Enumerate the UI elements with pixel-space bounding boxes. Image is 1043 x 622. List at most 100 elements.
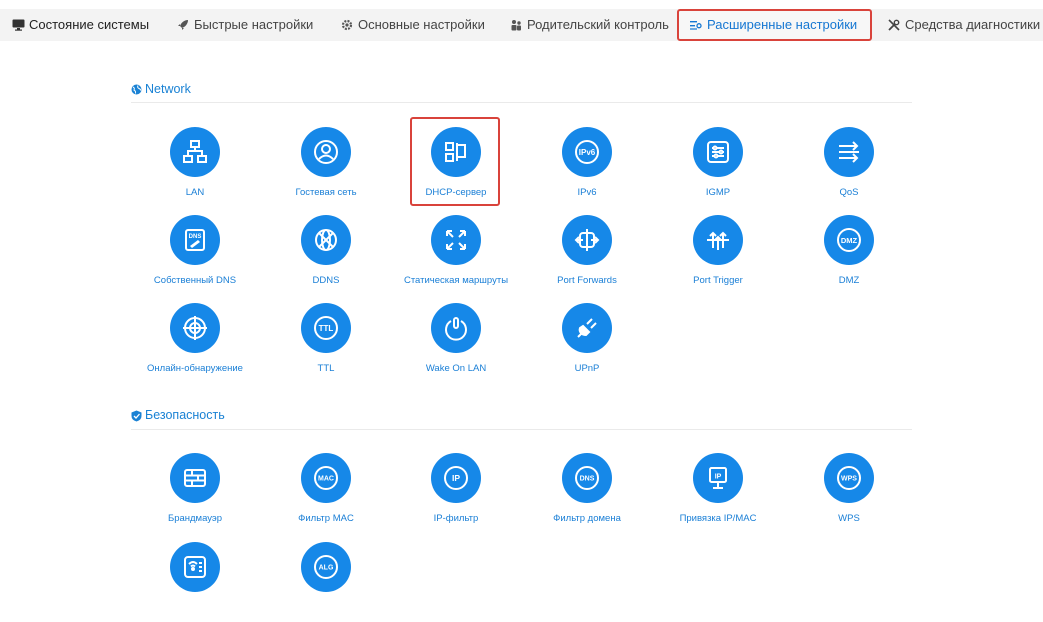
nav-quick-settings[interactable]: Быстрые настройки: [176, 9, 313, 41]
ip-mac-binding-icon: IP: [693, 453, 743, 503]
nav-label: Быстрые настройки: [194, 17, 314, 32]
rocket-icon: [176, 18, 190, 32]
tile-label: UPnP: [574, 363, 600, 374]
alg-icon: ALG: [301, 542, 351, 592]
tile-ttl[interactable]: TTL TTL: [266, 303, 386, 383]
section-title-network: Network: [131, 82, 191, 96]
ddns-icon: [301, 215, 351, 265]
sliders-icon: [689, 18, 703, 32]
port-forward-icon: [562, 215, 612, 265]
tile-label: Гостевая сеть: [295, 187, 357, 198]
wps-icon: WPS: [824, 453, 874, 503]
tile-lan[interactable]: LAN: [135, 127, 255, 207]
tile-label: IPv6: [577, 187, 597, 198]
ip-filter-icon: IP: [431, 453, 481, 503]
tile-wifi-schedule[interactable]: [135, 542, 255, 622]
nav-advanced-settings[interactable]: Расширенные настройки: [677, 9, 872, 41]
tile-label: Фильтр MAC: [298, 513, 354, 524]
mac-filter-icon: MAC: [301, 453, 351, 503]
tile-domain-filter[interactable]: DNS Фильтр домена: [527, 453, 647, 533]
tile-label: Собственный DNS: [153, 275, 237, 286]
tile-qos[interactable]: QoS: [789, 127, 909, 207]
tile-label: QoS: [839, 187, 859, 198]
badge-text: TTL: [319, 324, 334, 333]
tile-label: Port Trigger: [693, 275, 743, 286]
tile-label: Привязка IP/MAC: [679, 513, 757, 524]
igmp-icon: [693, 127, 743, 177]
upnp-icon: [562, 303, 612, 353]
static-route-icon: [431, 215, 481, 265]
badge-text: IPv6: [579, 148, 596, 157]
custom-dns-icon: DNS: [170, 215, 220, 265]
tile-label: Брандмауэр: [167, 513, 223, 524]
badge-text: DMZ: [841, 236, 858, 245]
guest-icon: [301, 127, 351, 177]
nav-parental-control[interactable]: Родительский контроль: [509, 9, 669, 41]
section-title-text: Безопасность: [145, 408, 225, 422]
firewall-icon: [170, 453, 220, 503]
domain-filter-icon: DNS: [562, 453, 612, 503]
nav-label: Состояние системы: [29, 17, 150, 32]
online-detection-icon: [170, 303, 220, 353]
tile-ip-filter[interactable]: IP IP-фильтр: [396, 453, 516, 533]
tile-custom-dns[interactable]: DNS Собственный DNS: [135, 215, 255, 295]
tools-icon: [887, 18, 901, 32]
dmz-icon: DMZ: [824, 215, 874, 265]
tile-label: Wake On LAN: [425, 363, 487, 374]
tile-ip-mac-binding[interactable]: IP Привязка IP/MAC: [658, 453, 778, 533]
badge-text: DNS: [189, 234, 202, 240]
tile-label: IGMP: [705, 187, 731, 198]
shield-icon: [131, 410, 142, 421]
tile-dmz[interactable]: DMZ DMZ: [789, 215, 909, 295]
tile-label: WPS: [838, 513, 860, 524]
nav-label: Средства диагностики: [905, 17, 1041, 32]
tile-label: Port Forwards: [557, 275, 617, 286]
tile-online-detection[interactable]: Онлайн-обнаружение: [135, 303, 255, 383]
tile-label: Статическая маршруты: [403, 275, 509, 286]
tile-wps[interactable]: WPS WPS: [789, 453, 909, 533]
nav-label: Основные настройки: [358, 17, 485, 32]
tile-upnp[interactable]: UPnP: [527, 303, 647, 383]
tile-label: Фильтр домена: [553, 513, 621, 524]
tile-label: DMZ: [838, 275, 860, 286]
users-icon: [509, 18, 523, 32]
qos-icon: [824, 127, 874, 177]
nav-system-status[interactable]: Состояние системы: [11, 9, 149, 41]
tile-static-routes[interactable]: Статическая маршруты: [396, 215, 516, 295]
badge-text: DNS: [580, 476, 595, 483]
badge-text: WPS: [841, 476, 857, 483]
tile-port-forwards[interactable]: Port Forwards: [527, 215, 647, 295]
dhcp-highlight-box: [410, 117, 500, 206]
tile-label: DDNS: [312, 275, 340, 286]
tile-firewall[interactable]: Брандмауэр: [135, 453, 255, 533]
tile-wake-on-lan[interactable]: Wake On LAN: [396, 303, 516, 383]
nav-label: Родительский контроль: [527, 17, 669, 32]
port-trigger-icon: [693, 215, 743, 265]
nav-label: Расширенные настройки: [707, 17, 858, 32]
tile-ddns[interactable]: DDNS: [266, 215, 386, 295]
ipv6-icon: IPv6: [562, 127, 612, 177]
top-navigation: Состояние системы Быстрые настройки Осно…: [0, 9, 1043, 41]
wake-on-lan-icon: [431, 303, 481, 353]
tile-alg[interactable]: ALG: [266, 542, 386, 622]
tile-label: IP-фильтр: [433, 513, 479, 524]
gear-icon: [340, 18, 354, 32]
section-title-text: Network: [145, 82, 191, 96]
nav-basic-settings[interactable]: Основные настройки: [340, 9, 485, 41]
nav-diagnostic-tools[interactable]: Средства диагностики: [887, 9, 1040, 41]
tile-mac-filter[interactable]: MAC Фильтр MAC: [266, 453, 386, 533]
tile-label: TTL: [317, 363, 335, 374]
wifi-schedule-icon: [170, 542, 220, 592]
section-divider: [131, 102, 912, 103]
tile-port-trigger[interactable]: Port Trigger: [658, 215, 778, 295]
tile-igmp[interactable]: IGMP: [658, 127, 778, 207]
tile-ipv6[interactable]: IPv6 IPv6: [527, 127, 647, 207]
section-title-security: Безопасность: [131, 408, 225, 422]
badge-text: IP: [452, 473, 460, 483]
badge-text: MAC: [318, 476, 334, 483]
tile-guest-network[interactable]: Гостевая сеть: [266, 127, 386, 207]
tile-label: LAN: [185, 187, 205, 198]
globe-icon: [131, 84, 142, 95]
badge-text: IP: [715, 474, 722, 481]
section-divider: [131, 429, 912, 430]
